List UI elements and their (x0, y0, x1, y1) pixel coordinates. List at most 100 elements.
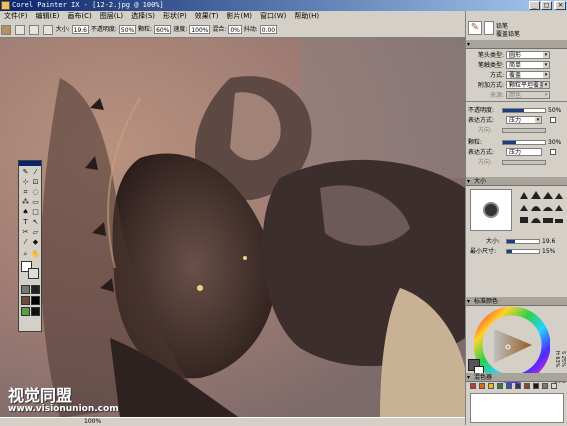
rectangle-selection-icon[interactable]: ▭ (31, 198, 40, 207)
color-panel-header[interactable]: 标准颜色 (466, 297, 567, 306)
painting-canvas[interactable] (0, 38, 465, 418)
maximize-button[interactable]: □ (541, 1, 552, 10)
mixer-swatch[interactable] (533, 383, 539, 389)
watermark-brand: 视觉同盟 (8, 386, 73, 405)
size-label: 大小: (55, 26, 70, 33)
brush-controls-header[interactable] (466, 40, 567, 49)
opacity-slider[interactable] (502, 108, 546, 113)
menu-select[interactable]: 选择(S) (127, 11, 159, 21)
grain-label: 颗粒: (138, 26, 153, 33)
jitter-field[interactable]: 0.00 (259, 25, 278, 34)
additional-color-swatch[interactable] (28, 268, 39, 279)
brush-row-dab-type: 笔头类型: 圆形 (466, 51, 567, 60)
grabber-icon[interactable]: ✋ (31, 250, 40, 259)
pen-icon[interactable]: ♠ (21, 208, 30, 217)
dab-shape-buttons[interactable] (518, 189, 564, 231)
size-row: 大小: 19.6 (486, 238, 556, 245)
grain-slider[interactable] (502, 140, 546, 145)
layer-adjuster-icon[interactable]: ⊹ (21, 178, 30, 187)
brush-row-stroke-type: 笔触类型: 简单 (466, 61, 567, 70)
panel-close-button[interactable]: × (555, 1, 566, 10)
lasso-icon[interactable]: ◌ (31, 188, 40, 197)
paint-bucket-icon[interactable]: ◆ (31, 238, 40, 247)
magnifier-icon[interactable]: ⌕ (21, 250, 30, 259)
brush-category-icon[interactable]: ✎ (468, 21, 482, 35)
mixer-swatch[interactable] (515, 383, 521, 389)
grain-row: 颗粒: 30% (468, 139, 562, 146)
brush-row-subcategory: 附加方式: 颗粒平坦覆盖 (466, 81, 567, 90)
menu-edit[interactable]: 编辑(E) (32, 11, 64, 21)
size-panel-header[interactable]: 大小 (466, 177, 567, 186)
min-size-slider[interactable] (506, 249, 540, 254)
menu-canvas[interactable]: 画布(C) (63, 11, 95, 21)
mixer-swatch-row[interactable] (470, 383, 566, 391)
eyedropper-icon[interactable]: ⁄ (21, 238, 30, 247)
grain-field[interactable]: 60% (154, 25, 172, 34)
magic-wand-icon[interactable]: ⁂ (21, 198, 30, 207)
color-wheel[interactable] (473, 306, 551, 384)
dropper-icon[interactable]: ⁄ (31, 168, 40, 177)
menu-bar: 文件(F) 编辑(E) 画布(C) 图层(L) 选择(S) 形状(P) 效果(T) 影片(M)… (0, 11, 465, 21)
rate-field[interactable]: 100% (189, 25, 211, 34)
jitter-label: 抖动: (243, 26, 258, 33)
opacity-row: 不透明度: 50% (468, 107, 562, 114)
menu-movie[interactable]: 影片(M) (222, 11, 256, 21)
eraser-icon[interactable]: ▱ (31, 228, 40, 237)
brush-variant-label[interactable]: 覆盖铅笔 (496, 29, 520, 38)
window-title: Corel Painter IX - [12-2.jpg @ 100%] (12, 1, 164, 9)
opacity-expression-row: 表达方式: 压力 (466, 116, 567, 125)
brush-icon[interactable]: ✎ (21, 168, 30, 177)
freehand-stroke-icon[interactable] (28, 24, 39, 35)
blend-field[interactable]: 0% (228, 25, 242, 34)
paper-selector-icon[interactable] (21, 285, 30, 294)
horizontal-scrollbar[interactable]: 100% (0, 417, 465, 425)
menu-layers[interactable]: 图层(L) (96, 11, 127, 21)
mixer-swatch[interactable] (551, 383, 557, 389)
shape-icon[interactable]: □ (31, 208, 40, 217)
direction-slider (502, 128, 546, 133)
panel-divider (466, 101, 567, 103)
mixer-swatch[interactable] (524, 383, 530, 389)
invert-checkbox-2[interactable] (550, 149, 556, 155)
zoom-level: 100% (84, 418, 102, 425)
weaves-selector-icon[interactable] (31, 307, 40, 316)
toolbox-panel: ✎ ⁄ ⊹ ⊡ ⌗ ◌ ⁂ ▭ ♠ □ T ↖ ✂ ▱ ⁄ ◆ ⌕ ✋ (18, 160, 42, 332)
reset-tool-icon[interactable] (14, 24, 25, 35)
title-bar: Corel Painter IX - [12-2.jpg @ 100%] _ □… (0, 0, 567, 11)
menu-effects[interactable]: 效果(T) (191, 11, 223, 21)
nozzle-selector-icon[interactable] (31, 296, 40, 305)
mixer-swatch[interactable] (479, 383, 485, 389)
mixer-swatch[interactable] (506, 383, 512, 389)
minimize-button[interactable]: _ (529, 1, 540, 10)
transform-icon[interactable]: ⊡ (31, 178, 40, 187)
straight-line-stroke-icon[interactable] (42, 24, 53, 35)
painter-app-icon (1, 1, 10, 10)
invert-checkbox[interactable] (550, 117, 556, 123)
menu-window[interactable]: 窗口(W) (256, 11, 290, 21)
size-field[interactable]: 19.6 (71, 25, 89, 34)
mixer-swatch[interactable] (542, 383, 548, 389)
mixer-panel-header[interactable]: 混色器 (466, 373, 567, 382)
mixer-swatch[interactable] (470, 383, 476, 389)
pattern-selector-icon[interactable] (21, 296, 30, 305)
mixer-swatch[interactable] (497, 383, 503, 389)
gradient-selector-icon[interactable] (31, 285, 40, 294)
look-selector-icon[interactable] (21, 307, 30, 316)
mixer-pad[interactable] (470, 393, 564, 423)
size-slider[interactable] (506, 239, 540, 244)
menu-help[interactable]: 帮助(H) (290, 11, 323, 21)
artwork-image (0, 38, 465, 418)
brush-variant-icon[interactable] (484, 21, 494, 35)
watermark-url: www.visionunion.com (8, 404, 119, 414)
crop-icon[interactable]: ⌗ (21, 188, 30, 197)
text-icon[interactable]: T (21, 218, 30, 227)
menu-shapes[interactable]: 形状(P) (159, 11, 191, 21)
mixer-swatch[interactable] (488, 383, 494, 389)
toolbox-title-bar[interactable] (19, 161, 41, 166)
shape-selection-icon[interactable]: ↖ (31, 218, 40, 227)
right-panel: ✎ 铅笔 覆盖铅笔 × 笔头类型:圆形 笔触类型:简单 方式:覆盖 附加方式:颗… (465, 1, 567, 425)
brush-tool-icon[interactable] (1, 24, 11, 35)
opacity-field[interactable]: 50% (118, 25, 137, 34)
menu-file[interactable]: 文件(F) (0, 11, 32, 21)
scissors-icon[interactable]: ✂ (21, 228, 30, 237)
